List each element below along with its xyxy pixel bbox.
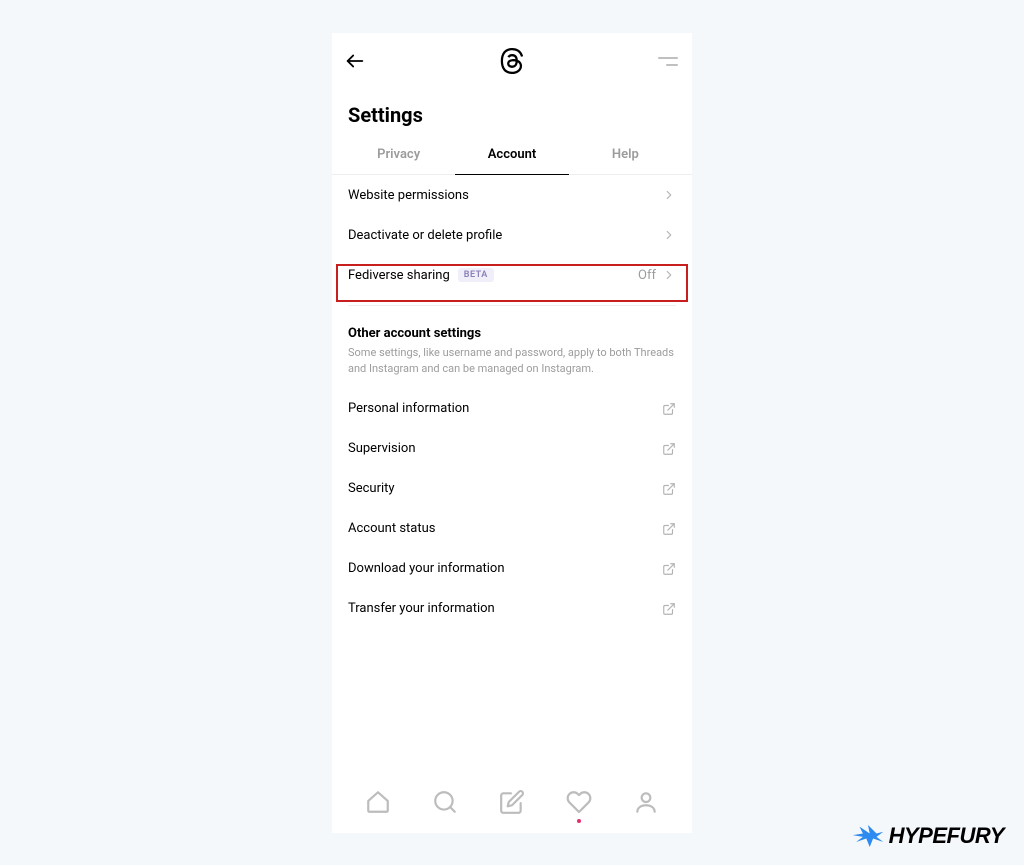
user-icon xyxy=(633,789,659,815)
app-header xyxy=(332,33,692,89)
divider xyxy=(348,305,676,306)
row-label: Security xyxy=(348,481,395,496)
external-link-icon xyxy=(662,402,676,416)
external-link-icon xyxy=(662,482,676,496)
menu-line-icon xyxy=(658,57,678,59)
account-list: Website permissions Deactivate or delete… xyxy=(332,175,692,295)
row-deactivate-delete[interactable]: Deactivate or delete profile xyxy=(348,215,676,255)
external-link-icon xyxy=(662,442,676,456)
search-icon xyxy=(432,789,458,815)
other-settings-title: Other account settings xyxy=(332,326,692,345)
row-label: Transfer your information xyxy=(348,601,495,616)
nav-home[interactable] xyxy=(365,789,391,815)
hypefury-bird-icon xyxy=(851,823,885,849)
menu-button[interactable] xyxy=(656,50,678,72)
external-link-icon xyxy=(662,522,676,536)
row-label: Website permissions xyxy=(348,188,469,203)
nav-search[interactable] xyxy=(432,789,458,815)
row-label: Fediverse sharing xyxy=(348,268,450,283)
row-transfer-info[interactable]: Transfer your information xyxy=(348,589,676,629)
row-download-info[interactable]: Download your information xyxy=(348,549,676,589)
beta-badge: BETA xyxy=(458,268,494,282)
chevron-right-icon xyxy=(662,188,676,202)
row-label: Supervision xyxy=(348,441,416,456)
external-link-icon xyxy=(662,602,676,616)
tab-privacy[interactable]: Privacy xyxy=(342,137,455,174)
chevron-right-icon xyxy=(662,228,676,242)
row-label: Download your information xyxy=(348,561,505,576)
menu-line-icon xyxy=(666,64,678,66)
home-icon xyxy=(365,789,391,815)
row-label: Deactivate or delete profile xyxy=(348,228,502,243)
row-website-permissions[interactable]: Website permissions xyxy=(348,175,676,215)
notification-dot xyxy=(577,819,581,823)
nav-profile[interactable] xyxy=(633,789,659,815)
app-screen: Settings Privacy Account Help Website pe… xyxy=(332,33,692,833)
row-label: Account status xyxy=(348,521,436,536)
row-fediverse-sharing[interactable]: Fediverse sharing BETA Off xyxy=(348,255,676,295)
row-value: Off xyxy=(638,268,656,283)
other-list: Personal information Supervision Securit… xyxy=(332,389,692,629)
bottom-nav xyxy=(332,777,692,833)
back-button[interactable] xyxy=(344,50,366,72)
arrow-left-icon xyxy=(344,50,366,72)
page-title: Settings xyxy=(332,89,692,137)
compose-icon xyxy=(499,789,525,815)
row-security[interactable]: Security xyxy=(348,469,676,509)
tab-account[interactable]: Account xyxy=(455,137,568,174)
other-settings-desc: Some settings, like username and passwor… xyxy=(332,345,692,389)
row-label: Personal information xyxy=(348,401,469,416)
hypefury-text: HYPEFURY xyxy=(889,823,1004,849)
nav-compose[interactable] xyxy=(499,789,525,815)
row-personal-info[interactable]: Personal information xyxy=(348,389,676,429)
tabs: Privacy Account Help xyxy=(332,137,692,175)
external-link-icon xyxy=(662,562,676,576)
heart-icon xyxy=(566,789,592,815)
row-account-status[interactable]: Account status xyxy=(348,509,676,549)
chevron-right-icon xyxy=(662,268,676,282)
tab-help[interactable]: Help xyxy=(569,137,682,174)
row-supervision[interactable]: Supervision xyxy=(348,429,676,469)
threads-logo xyxy=(499,47,525,75)
nav-activity[interactable] xyxy=(566,789,592,815)
hypefury-watermark: HYPEFURY xyxy=(851,823,1004,849)
